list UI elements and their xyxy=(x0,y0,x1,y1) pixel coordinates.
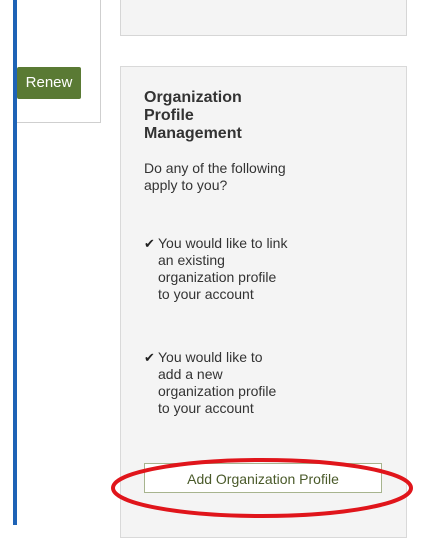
list-item: ✔ You would like to add a new organizati… xyxy=(144,349,289,417)
add-organization-profile-button[interactable]: Add Organization Profile xyxy=(144,463,382,493)
card-question: Do any of the following apply to you? xyxy=(144,160,286,193)
list-item-text: You would like to add a new organization… xyxy=(158,349,277,416)
renew-button[interactable]: Renew xyxy=(17,67,81,99)
list-item-text: You would like to link an existing organ… xyxy=(158,235,288,302)
organization-profile-card: Organization Profile Management Do any o… xyxy=(120,66,407,538)
check-icon: ✔ xyxy=(144,236,155,251)
list-item: ✔ You would like to link an existing org… xyxy=(144,235,289,303)
top-card xyxy=(120,0,407,36)
card-title: Organization Profile Management xyxy=(144,89,242,142)
page: Renew Organization Profile Management Do… xyxy=(0,0,438,538)
left-panel xyxy=(17,0,101,123)
check-icon: ✔ xyxy=(144,350,155,365)
